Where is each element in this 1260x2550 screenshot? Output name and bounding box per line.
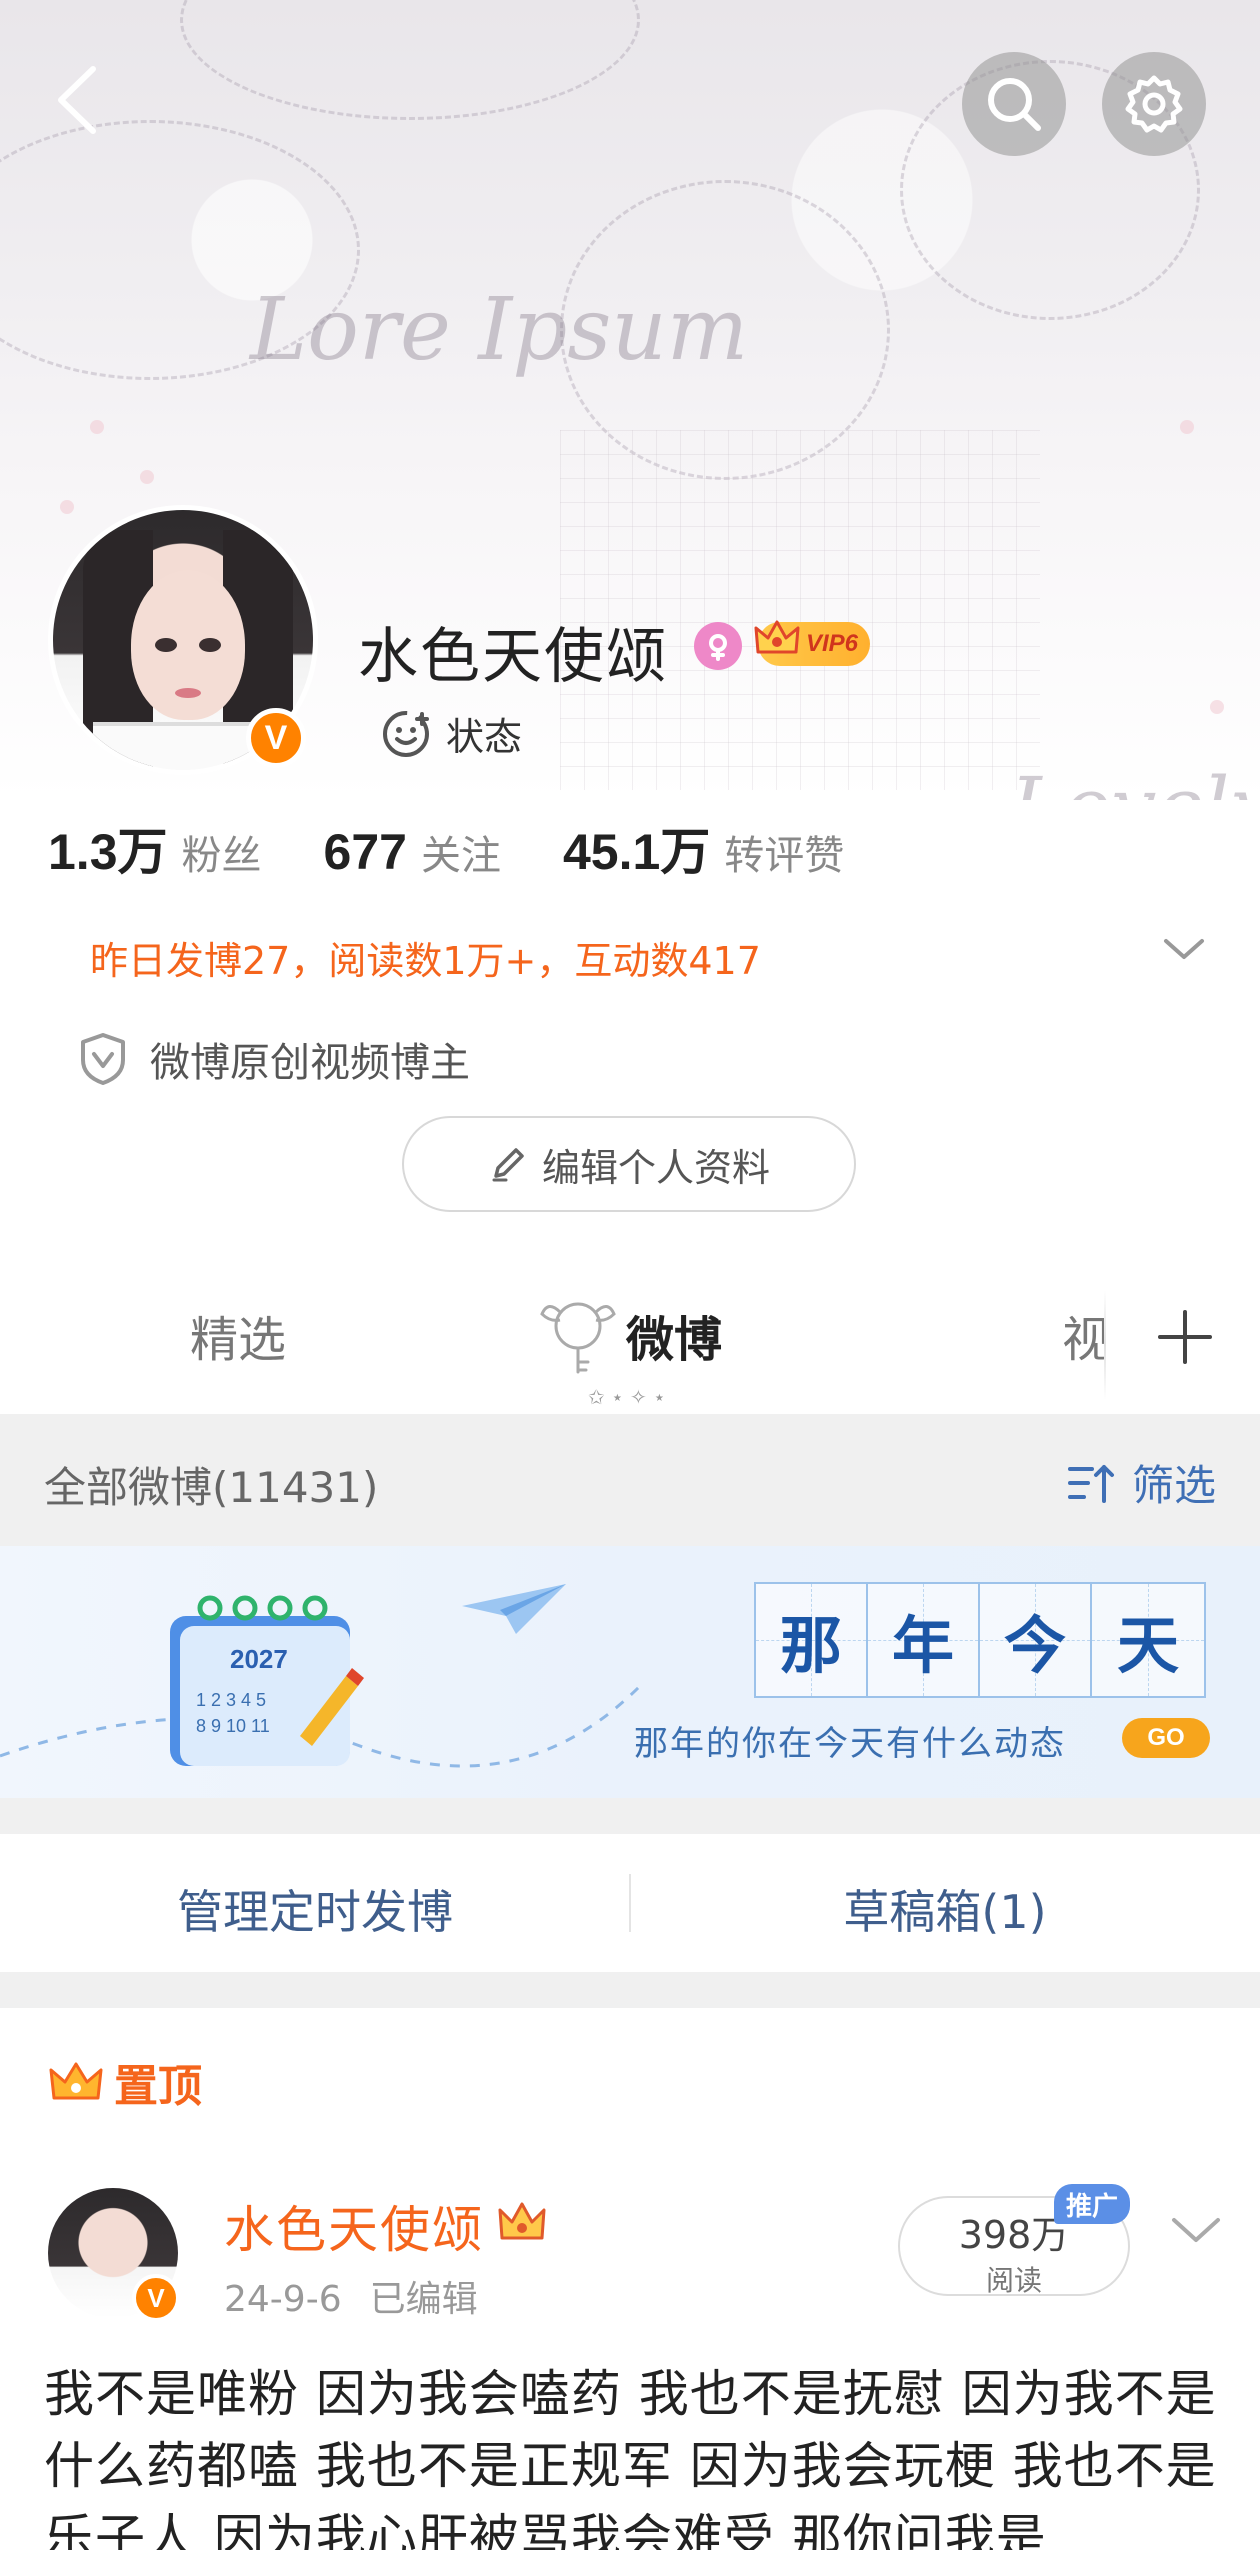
chevron-down-icon[interactable] [1162,935,1206,967]
stat-label: 粉丝 [181,833,262,879]
section-gap [0,1798,1260,1834]
chevron-left-icon [58,66,96,134]
crown-icon [49,2062,103,2100]
post-author-name[interactable]: 水色天使颂 [224,2190,484,2262]
post-filter-bar: 全部微博(11431) 筛选 [0,1414,1260,1546]
stat-value: 677 [323,824,407,880]
plus-icon [1158,1310,1212,1364]
profile-tabs: 精选 ✩ ⋆ ✧ ⋆ 微博 视 [0,1260,1260,1414]
title-char: 天 [1092,1584,1204,1696]
go-button[interactable]: GO [1122,1718,1210,1758]
crown-icon [498,2202,546,2240]
crown-icon [754,620,800,654]
all-posts-count[interactable]: 全部微博(11431) [44,1454,378,1515]
stat-value: 45.1万 [562,824,711,880]
certification-label: 微博原创视频博主 [150,1040,470,1086]
vip-label: VIP6 [805,630,858,657]
search-icon [988,78,1041,131]
stat-value: 1.3万 [48,824,168,880]
post-meta: 24-9-6 已编辑 [224,2270,478,2322]
back-button[interactable] [36,60,116,140]
stat-label: 转评赞 [724,833,845,879]
pencil-icon [492,1148,524,1182]
verified-badge: V [246,708,306,768]
section-gap [0,1972,1260,2008]
scheduled-posts-button[interactable]: 管理定时发博 [0,1876,630,1942]
on-this-day-banner[interactable]: 2027 1 2 3 4 5 8 9 10 11 那 年 今 天 那年的你在今天… [0,1546,1260,1798]
filter-button[interactable]: 筛选 [1066,1452,1216,1513]
shield-v-icon [81,1033,125,1085]
pinned-label-row: 置顶 [48,2050,202,2114]
certification-row[interactable]: 微博原创视频博主 [78,1030,470,1088]
tab-divider [1104,1290,1106,1400]
verified-badge: V [132,2274,180,2322]
chevron-down-icon[interactable] [1170,2214,1222,2250]
profile-name: 水色天使颂 [358,622,668,692]
edit-profile-button[interactable]: 编辑个人资料 [402,1116,856,1212]
search-button[interactable] [962,52,1066,156]
add-tab-button[interactable] [1150,1302,1220,1372]
stat-followers[interactable]: 1.3万 粉丝 [48,812,262,884]
daily-summary[interactable]: 昨日发博27，阅读数1万+，互动数417 [90,930,761,985]
profile-stats: 1.3万 粉丝 677 关注 45.1万 转评赞 [48,812,906,884]
svg-text:8 9 10 11: 8 9 10 11 [196,1716,270,1736]
filter-label: 筛选 [1131,1461,1216,1510]
calendar-year: 2027 [230,1644,288,1674]
pinned-post-card[interactable]: 置顶 V 水色天使颂 24-9-6 已编辑 398万 阅读 推广 我不是唯粉 因为… [0,2008,1260,2550]
vip-badge[interactable]: VIP6 [754,620,870,666]
tab-weibo[interactable]: 微博 [626,1300,722,1370]
calendar-icon: 2027 1 2 3 4 5 8 9 10 11 [170,1595,364,1766]
tab-featured[interactable]: 精选 [190,1300,286,1370]
promote-tag[interactable]: 推广 [1054,2184,1130,2224]
title-char: 年 [868,1584,980,1696]
title-char: 今 [980,1584,1092,1696]
stat-label: 关注 [420,833,501,879]
svg-text:✩ ⋆ ✧ ⋆: ✩ ⋆ ✧ ⋆ [588,1385,666,1408]
post-text[interactable]: 我不是唯粉 因为我会嗑药 我也不是抚慰 因为我不是什么药都嗑 我也不是正规军 因… [44,2358,1224,2550]
svg-text:1 2 3 4 5: 1 2 3 4 5 [196,1690,266,1710]
smiley-dotted-icon [383,710,429,757]
read-label: 阅读 [985,2264,1042,2297]
status-label: 状态 [446,715,523,759]
post-date: 24-9-6 [224,2279,342,2320]
stat-interactions[interactable]: 45.1万 转评赞 [563,812,844,884]
gear-icon [1125,75,1183,133]
edit-profile-label: 编辑个人资料 [541,1145,770,1190]
on-this-day-subtitle: 那年的你在今天有什么动态 [634,1724,1066,1764]
post-actions-bar: 管理定时发博 草稿箱(1) [0,1834,1260,1972]
status-button[interactable]: 状态 [380,706,522,761]
filter-sort-icon [1067,1464,1114,1503]
tab-video[interactable]: 视 [1062,1300,1104,1370]
post-edited: 已编辑 [369,2279,478,2320]
settings-button[interactable] [1102,52,1206,156]
pinned-label: 置顶 [114,2061,202,2112]
title-char: 那 [756,1584,868,1696]
on-this-day-title: 那 年 今 天 [754,1582,1206,1698]
drafts-button[interactable]: 草稿箱(1) [630,1876,1260,1942]
stat-following[interactable]: 677 关注 [324,823,501,881]
female-icon [694,622,742,670]
paper-plane-icon [462,1584,566,1634]
